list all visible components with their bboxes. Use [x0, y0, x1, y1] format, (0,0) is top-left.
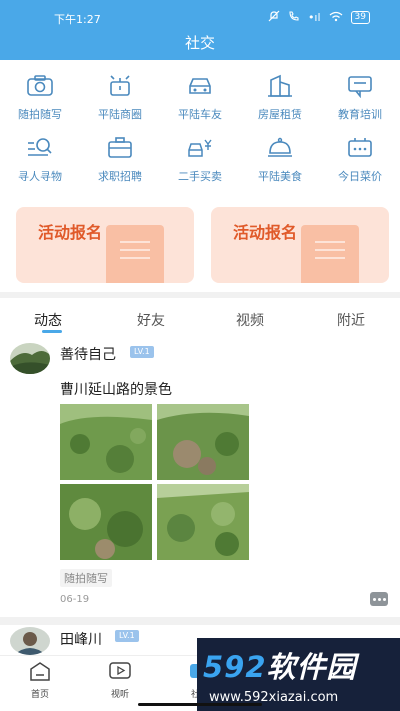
status-time: 下午1:27 [54, 13, 101, 26]
building-icon [266, 74, 294, 98]
signal-icon: •ıl [307, 11, 321, 24]
status-icons: •ıl 39 [268, 10, 370, 25]
feed-tabs: 动态 好友 视频 附近 [0, 300, 400, 334]
activity-signup-label: 活动报名 [38, 223, 103, 242]
car-yen-icon [186, 136, 214, 160]
category-housing-rental[interactable]: 房屋租赁 [240, 74, 320, 130]
video-play-icon [100, 662, 140, 686]
post-username[interactable]: 田峰川 [60, 629, 102, 649]
post-category-tag[interactable]: 随拍随写 [60, 569, 112, 587]
camera-icon [26, 74, 54, 98]
activity-signup-card[interactable]: 活动报名 [211, 207, 389, 283]
post-photo[interactable] [157, 484, 249, 560]
home-icon [20, 662, 60, 686]
watermark-brand-suffix: 软件园 [266, 650, 357, 684]
post-photo[interactable] [60, 404, 152, 480]
document-icon [106, 225, 164, 283]
battery-icon: 39 [350, 11, 370, 24]
nav-home[interactable]: 首页 [20, 660, 60, 700]
car-icon [186, 74, 214, 98]
more-options-icon[interactable] [370, 592, 388, 606]
post-date: 06-19 [60, 594, 90, 605]
level-badge: LV.1 [130, 346, 154, 358]
home-indicator [138, 703, 262, 706]
avatar[interactable] [10, 627, 50, 655]
alarm-clock-icon [106, 74, 134, 98]
nav-av[interactable]: 视听 [100, 660, 140, 700]
avatar[interactable] [10, 343, 50, 374]
category-snapshot[interactable]: 随拍随写 [0, 74, 80, 130]
document-icon [301, 225, 359, 283]
watermark-logo: 592软件园 www.592xiazai.com [197, 638, 400, 711]
level-badge: LV.1 [115, 630, 139, 642]
food-cloche-icon [266, 136, 294, 160]
category-food[interactable]: 平陆美食 [240, 136, 320, 192]
category-vegetable-prices[interactable]: 今日菜价 [320, 136, 400, 192]
app-header: 下午1:27 •ıl 39 社交 [0, 0, 400, 60]
watermark-brand-prefix: 592 [203, 650, 267, 684]
category-lost-found[interactable]: 寻人寻物 [0, 136, 80, 192]
tab-friends[interactable]: 好友 [137, 310, 165, 330]
category-car-friends[interactable]: 平陆车友 [160, 74, 240, 130]
wifi-icon [329, 11, 343, 25]
tab-indicator [42, 330, 62, 333]
post-photo[interactable] [157, 404, 249, 480]
post-text: 曹川延山路的景色 [60, 382, 172, 398]
chat-bubble-icon [346, 74, 374, 99]
section-divider [0, 292, 400, 298]
briefcase-icon [106, 136, 134, 160]
phone-icon [288, 10, 300, 25]
category-jobs[interactable]: 求职招聘 [80, 136, 160, 192]
section-divider [0, 617, 400, 625]
monitor-dots-icon [346, 136, 374, 160]
category-business[interactable]: 平陆商圈 [80, 74, 160, 130]
activity-signup-label: 活动报名 [233, 223, 298, 242]
search-list-icon [26, 136, 54, 160]
tab-nearby[interactable]: 附近 [337, 310, 365, 330]
activity-signup-card[interactable]: 活动报名 [16, 207, 194, 283]
status-bar: 下午1:27 •ıl 39 [0, 0, 400, 30]
tab-videos[interactable]: 视频 [236, 310, 264, 330]
page-title: 社交 [184, 34, 215, 52]
tab-dynamic[interactable]: 动态 [34, 310, 62, 330]
category-second-hand[interactable]: 二手买卖 [160, 136, 240, 192]
post-photo[interactable] [60, 484, 152, 560]
category-education[interactable]: 教育培训 [320, 74, 400, 130]
mute-icon [268, 10, 280, 25]
post-username[interactable]: 善待自己 [60, 344, 116, 364]
